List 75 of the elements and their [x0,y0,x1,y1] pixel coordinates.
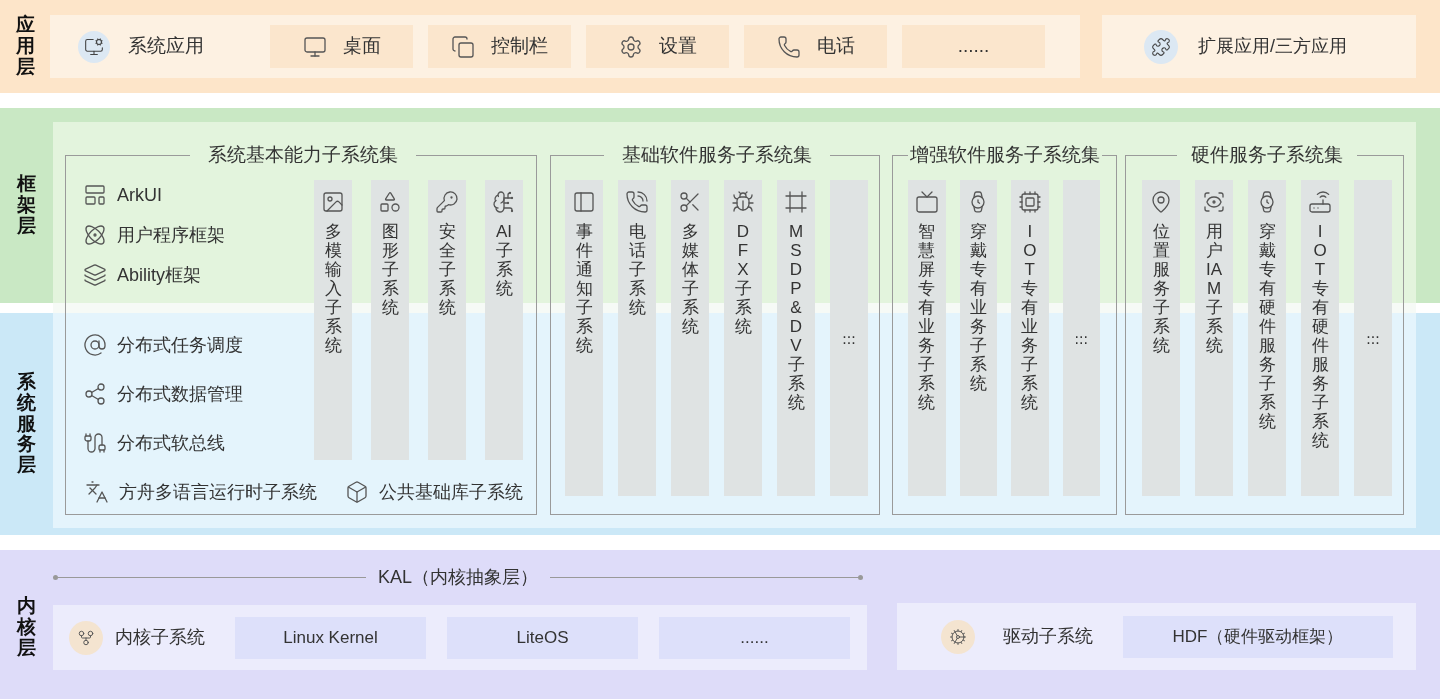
capability-label: 用户程序框架 [117,223,225,247]
layer-label: 应用层 [15,15,35,78]
layer-label: 内核层 [17,596,36,659]
subsystem-name: IOT专有硬件服务子系统 [1311,222,1329,451]
subsystem-name: DFX子系统 [734,222,752,337]
capability-label: Ability框架 [117,263,201,287]
subsystem-name: 图形子系统 [381,222,399,318]
map-pin-icon [1149,190,1173,214]
capability-label: 方舟多语言运行时子系统 [119,480,317,504]
settings-icon [618,34,643,59]
atom-icon [83,223,107,247]
cable-icon [83,431,107,455]
set-title: 系统基本能力子系统集 [207,144,399,166]
set-title: 硬件服务子系统集 [1190,144,1344,166]
layers-icon [83,263,107,287]
layer-label: 系统服务层 [17,371,36,477]
eye-scan-icon [1202,190,1226,214]
kernel-tile: ...... [659,616,850,659]
gear-icon [941,619,975,654]
app-tile: ...... [902,25,1045,68]
phone-icon [625,190,649,214]
monitor-icon [302,34,327,59]
capability-label: 分布式软总线 [117,431,225,455]
bug-icon [731,190,755,214]
driver-title: 驱动子系统 [1003,625,1094,648]
capability-label: 分布式任务调度 [117,333,243,357]
subsystem-name: 穿戴专有业务子系统 [969,222,987,394]
shapes-icon [378,190,402,214]
tv-icon [914,190,939,214]
subsystem-name: 多模输入子系统 [324,222,342,356]
subsystem-name: IOT专有业务子系统 [1021,222,1039,413]
phone-icon [776,34,801,59]
monitor-gear-icon [78,30,110,63]
kernel-tile: Linux Kernel [235,616,426,659]
app-tile: 桌面 [270,25,413,68]
app-tile: 电话 [744,25,887,68]
ellipsis: ...... [1365,330,1381,346]
key-icon [435,190,459,214]
stacked-windows-icon [451,34,475,59]
kernel-title: 内核子系统 [115,626,206,649]
system-apps-title: 系统应用 [128,34,204,59]
panel-icon [572,190,596,214]
app-tile: 控制栏 [428,25,571,68]
driver-tile: HDF（硬件驱动框架） [1123,615,1393,658]
subsystem-name: 事件通知子系统 [575,222,593,356]
kernel-tile: LiteOS [447,616,638,659]
subsystem-name: 智慧屏专有业务子系统 [918,222,936,413]
subsystem-name: 穿戴专有硬件服务子系统 [1258,222,1276,432]
set-title: 增强软件服务子系统集 [909,144,1101,166]
capability-label: 公共基础库子系统 [379,480,523,504]
ellipsis: ...... [1073,330,1089,346]
subsystem-name: MSDP&DV子系统 [787,222,805,413]
puzzle-icon [1144,29,1178,64]
frame-icon [784,190,808,214]
router-icon [1308,190,1332,214]
capability-label: ArkUI [117,183,162,207]
layer-label: 框架层 [17,174,36,237]
subsystem-name: AI子系统 [495,222,513,299]
subsystem-name: 安全子系统 [438,222,456,318]
fork-icon [69,620,103,655]
kal-label: KAL（内核抽象层） [377,566,539,589]
set-title: 基础软件服务子系统集 [620,144,813,166]
capability-label: 分布式数据管理 [117,382,243,406]
extension-title: 扩展应用/三方应用 [1198,35,1347,58]
subsystem-name: 用户IAM子系统 [1205,222,1223,356]
nodes-icon [83,382,107,406]
language-icon [85,480,109,504]
image-icon [321,190,345,214]
app-tile: 设置 [586,25,729,68]
layout-icon [83,183,107,207]
ellipsis: ...... [841,330,857,346]
subsystem-name: 位置服务子系统 [1152,222,1170,356]
cube-icon [345,480,369,504]
subsystem-name: 多媒体子系统 [681,222,699,337]
subsystem-name: 电话子系统 [628,222,646,318]
